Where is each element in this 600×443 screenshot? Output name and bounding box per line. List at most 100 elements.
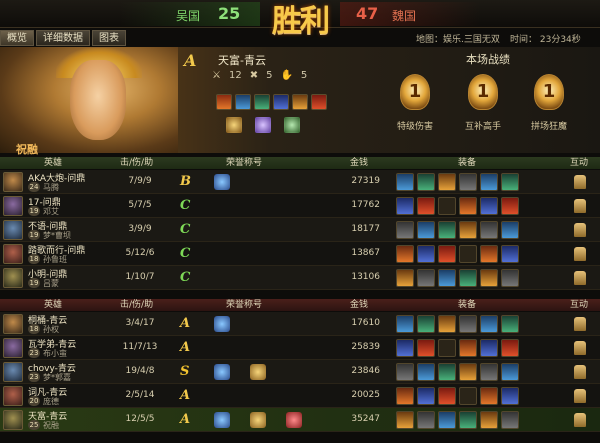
thumbs-up-icon[interactable] [574, 271, 586, 285]
hero-avatar[interactable] [3, 244, 23, 264]
equipment-item-icon[interactable] [417, 221, 435, 239]
equipment-item-icon[interactable] [459, 221, 477, 239]
thumbs-up-icon[interactable] [574, 223, 586, 237]
equipment-item-icon[interactable] [438, 315, 456, 333]
equipment-item-icon[interactable] [501, 221, 519, 239]
equipment-item-icon[interactable] [480, 269, 498, 287]
thumbs-up-icon[interactable] [574, 413, 586, 427]
equipment-item-icon[interactable] [396, 221, 414, 239]
equipment-item-icon[interactable] [480, 387, 498, 405]
thumbs-up-icon[interactable] [574, 365, 586, 379]
equipment-item-icon[interactable] [501, 363, 519, 381]
hero-avatar[interactable] [3, 268, 23, 288]
thumbs-up-icon[interactable] [574, 175, 586, 189]
equipment-item-icon[interactable] [501, 339, 519, 357]
equipment-item-icon[interactable] [417, 411, 435, 429]
equipment-item-icon[interactable] [501, 315, 519, 333]
equipment-item-icon[interactable] [417, 197, 435, 215]
thumbs-up-icon[interactable] [574, 389, 586, 403]
tab-overview[interactable]: 概览 [0, 30, 34, 46]
equipment-item-icon[interactable] [459, 173, 477, 191]
player-row[interactable]: 桐桶-青云 18 孙权 3/4/17 A 17610 [0, 312, 600, 336]
player-row[interactable]: 踏歌而行-问鼎 18 孙鲁班 5/12/6 C 13867 [0, 242, 600, 266]
equipment-item-icon[interactable] [417, 363, 435, 381]
player-row[interactable]: chovy-青云 23 梦*郭嘉 19/4/8 S 23846 [0, 360, 600, 384]
thumbs-up-icon[interactable] [574, 199, 586, 213]
player-row[interactable]: 不语-问鼎 19 梦*曹坝 3/9/9 C 18177 [0, 218, 600, 242]
hero-avatar[interactable] [3, 220, 23, 240]
equipment-item-icon[interactable] [459, 387, 477, 405]
equipment-item-icon[interactable] [438, 245, 456, 263]
equipment-item-icon[interactable] [396, 269, 414, 287]
gold-value: 13106 [351, 272, 380, 282]
equipment-item-icon[interactable] [501, 387, 519, 405]
player-row[interactable]: 瓦学弟-青云 23 布小蛮 11/7/13 A 25839 [0, 336, 600, 360]
equipment-item-icon[interactable] [480, 339, 498, 357]
equipment-item-icon[interactable] [438, 221, 456, 239]
equipment-item-icon[interactable] [480, 173, 498, 191]
item-icon[interactable] [216, 94, 232, 110]
equipment-item-icon[interactable] [396, 197, 414, 215]
equipment-item-icon[interactable] [417, 173, 435, 191]
equipment-item-icon[interactable] [438, 269, 456, 287]
tab-charts[interactable]: 图表 [92, 30, 126, 46]
equipment-item-icon[interactable] [396, 387, 414, 405]
tab-details[interactable]: 详细数据 [36, 30, 90, 46]
equipment-item-icon[interactable] [396, 315, 414, 333]
equipment-item-icon[interactable] [501, 245, 519, 263]
equipment-item-icon[interactable] [417, 269, 435, 287]
equipment-item-icon[interactable] [438, 411, 456, 429]
equipment-item-icon[interactable] [396, 173, 414, 191]
equipment-item-icon[interactable] [417, 387, 435, 405]
equipment-item-icon[interactable] [417, 315, 435, 333]
hero-avatar[interactable] [3, 362, 23, 382]
hero-avatar[interactable] [3, 196, 23, 216]
equipment-item-icon[interactable] [459, 245, 477, 263]
equipment-item-icon[interactable] [396, 339, 414, 357]
hero-avatar[interactable] [3, 386, 23, 406]
equipment-item-icon[interactable] [438, 339, 456, 357]
equipment-item-icon[interactable] [459, 269, 477, 287]
equipment-item-icon[interactable] [480, 411, 498, 429]
equipment-item-icon[interactable] [480, 197, 498, 215]
thumbs-up-icon[interactable] [574, 341, 586, 355]
equipment-item-icon[interactable] [417, 245, 435, 263]
equipment-item-icon[interactable] [438, 197, 456, 215]
item-icon[interactable] [235, 94, 251, 110]
equipment-item-icon[interactable] [459, 411, 477, 429]
item-icon[interactable] [311, 94, 327, 110]
equipment-item-icon[interactable] [480, 221, 498, 239]
player-row[interactable]: 小明-问鼎 19 吕蒙 1/10/7 C 13106 [0, 266, 600, 290]
player-row[interactable]: 天富-青云 25 祝融 12/5/5 A 35247 [0, 408, 600, 432]
thumbs-up-icon[interactable] [574, 317, 586, 331]
item-icon[interactable] [273, 94, 289, 110]
equipment-item-icon[interactable] [396, 363, 414, 381]
equipment-item-icon[interactable] [480, 245, 498, 263]
equipment-item-icon[interactable] [480, 363, 498, 381]
equipment-item-icon[interactable] [396, 245, 414, 263]
equipment-item-icon[interactable] [438, 363, 456, 381]
hero-avatar[interactable] [3, 172, 23, 192]
hero-avatar[interactable] [3, 314, 23, 334]
equipment-item-icon[interactable] [501, 269, 519, 287]
equipment-item-icon[interactable] [438, 173, 456, 191]
hero-avatar[interactable] [3, 338, 23, 358]
player-row[interactable]: 17-问鼎 19 邓艾 5/7/5 C 17762 [0, 194, 600, 218]
item-icon[interactable] [254, 94, 270, 110]
player-row[interactable]: AKA大炮-问鼎 24 马腾 7/9/9 B 27319 [0, 170, 600, 194]
hero-avatar[interactable] [3, 410, 23, 430]
player-row[interactable]: 词凡-青云 20 庞德 2/5/14 A 20025 [0, 384, 600, 408]
thumbs-up-icon[interactable] [574, 247, 586, 261]
equipment-item-icon[interactable] [501, 197, 519, 215]
equipment-item-icon[interactable] [501, 173, 519, 191]
equipment-item-icon[interactable] [459, 197, 477, 215]
equipment-item-icon[interactable] [396, 411, 414, 429]
equipment-item-icon[interactable] [417, 339, 435, 357]
equipment-item-icon[interactable] [459, 339, 477, 357]
equipment-item-icon[interactable] [438, 387, 456, 405]
equipment-item-icon[interactable] [501, 411, 519, 429]
equipment-item-icon[interactable] [459, 315, 477, 333]
equipment-item-icon[interactable] [459, 363, 477, 381]
equipment-item-icon[interactable] [480, 315, 498, 333]
item-icon[interactable] [292, 94, 308, 110]
